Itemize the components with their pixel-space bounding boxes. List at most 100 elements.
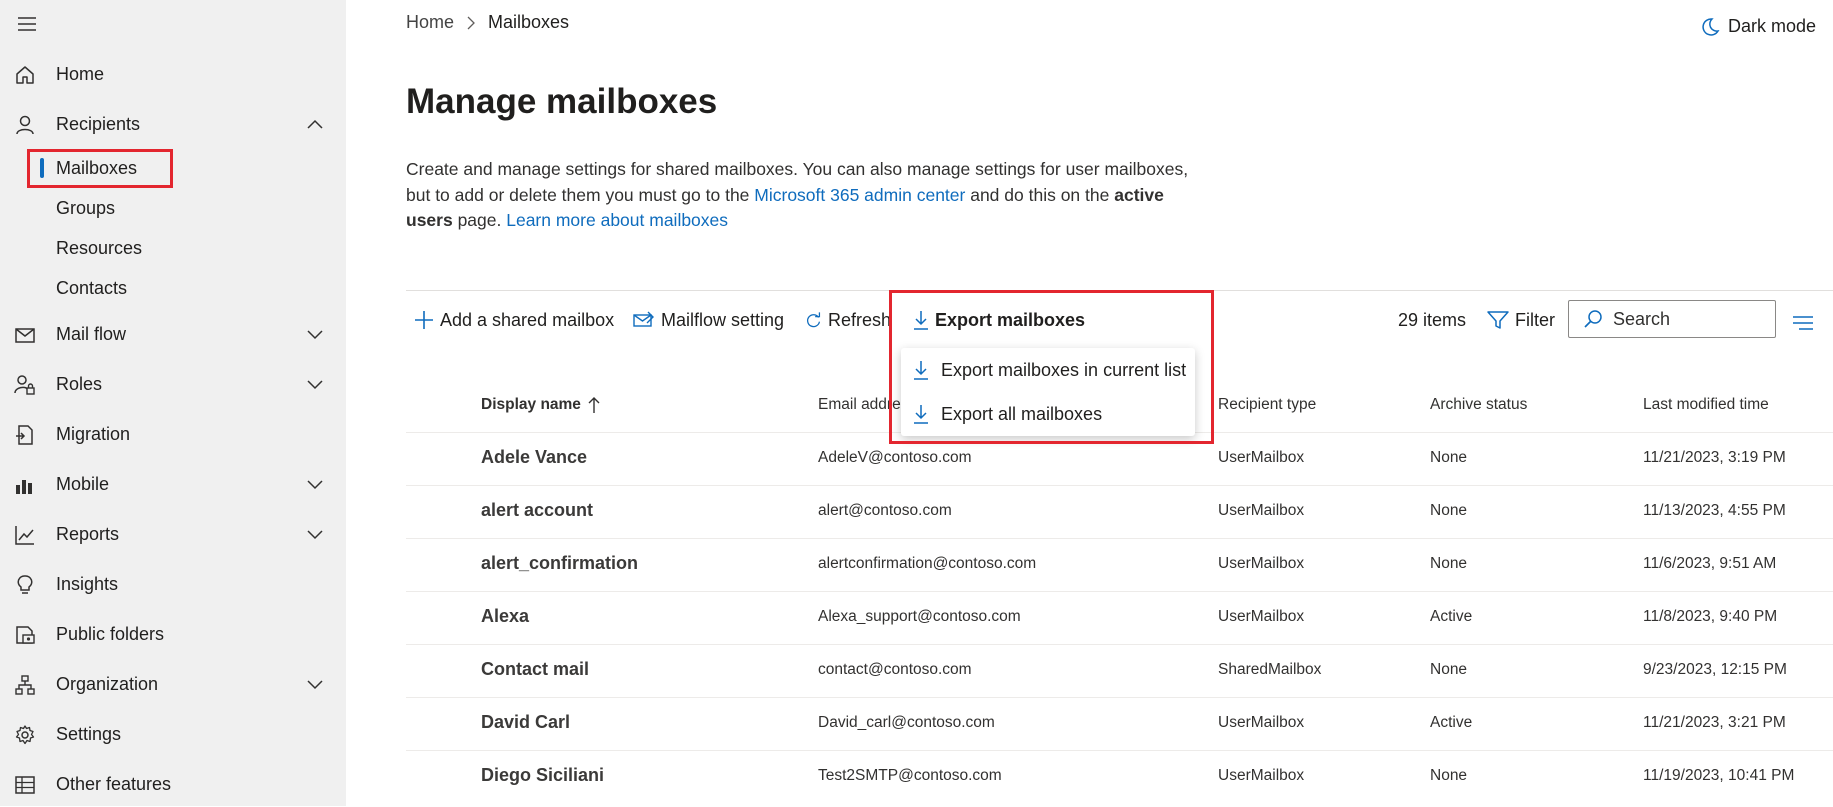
- sidebar-item-migration[interactable]: Migration: [0, 414, 346, 454]
- plus-icon: [415, 311, 433, 329]
- filter-button[interactable]: Filter: [1487, 306, 1555, 334]
- sidebar-item-recipients[interactable]: Recipients: [0, 104, 346, 144]
- sidebar-item-label: Contacts: [56, 277, 128, 298]
- breadcrumb-current: Mailboxes: [488, 12, 570, 32]
- sidebar-item-other-features[interactable]: Other features: [0, 764, 346, 804]
- export-current-list-menu-item[interactable]: Export mailboxes in current list: [901, 348, 1195, 392]
- sidebar-subitem-resources[interactable]: Resources: [0, 230, 346, 266]
- sidebar-subitem-contacts[interactable]: Contacts: [0, 270, 346, 306]
- cell-email: contact@contoso.com: [818, 661, 972, 678]
- sidebar-item-home[interactable]: Home: [0, 54, 346, 94]
- divider: [406, 290, 1833, 291]
- sidebar-item-label: Home: [56, 63, 105, 84]
- cell-recipient-type: SharedMailbox: [1218, 661, 1322, 678]
- organization-icon: [14, 674, 36, 696]
- button-label: Refresh: [827, 309, 891, 330]
- download-icon: [914, 405, 928, 424]
- sidebar-item-label: Recipients: [56, 113, 141, 134]
- sidebar-subitem-mailboxes[interactable]: Mailboxes: [0, 150, 346, 186]
- table-row[interactable]: alert account alert@contoso.com UserMail…: [406, 485, 1833, 539]
- page-title: Manage mailboxes: [406, 82, 718, 121]
- cell-last-modified: 11/8/2023, 9:40 PM: [1643, 608, 1778, 625]
- cell-last-modified: 9/23/2023, 12:15 PM: [1643, 661, 1787, 678]
- column-header-email[interactable]: Email address: [818, 396, 902, 414]
- cell-archive-status: None: [1430, 449, 1468, 466]
- table-row[interactable]: Diego Siciliani Test2SMTP@contoso.com Us…: [406, 750, 1833, 807]
- chevron-down-icon[interactable]: [306, 377, 324, 391]
- menu-item-label: Export mailboxes in current list: [941, 359, 1187, 380]
- mail-icon: [14, 324, 36, 346]
- moon-icon: [1702, 17, 1720, 36]
- cell-archive-status: Active: [1430, 608, 1473, 625]
- cell-display-name: alert_confirmation: [481, 553, 639, 573]
- chevron-right-icon: [466, 16, 476, 30]
- table-row[interactable]: alert_confirmation alertconfirmation@con…: [406, 538, 1833, 592]
- cell-last-modified: 11/21/2023, 3:19 PM: [1643, 449, 1786, 466]
- chevron-down-icon[interactable]: [306, 677, 324, 691]
- search-input[interactable]: [1611, 307, 1765, 331]
- home-icon: [14, 64, 36, 86]
- column-header-display-name[interactable]: Display name: [481, 396, 601, 414]
- sidebar-item-organization[interactable]: Organization: [0, 664, 346, 704]
- sidebar-item-public-folders[interactable]: Public folders: [0, 614, 346, 654]
- sidebar-item-settings[interactable]: Settings: [0, 714, 346, 754]
- chevron-up-icon[interactable]: [306, 117, 324, 131]
- table-row[interactable]: David Carl David_carl@contoso.com UserMa…: [406, 697, 1833, 751]
- table-row[interactable]: Alexa Alexa_support@contoso.com UserMail…: [406, 591, 1833, 645]
- sidebar-item-mobile[interactable]: Mobile: [0, 464, 346, 504]
- cell-recipient-type: UserMailbox: [1218, 767, 1305, 784]
- sidebar: Home Recipients Mailboxes Groups Resourc…: [0, 0, 346, 806]
- chevron-down-icon[interactable]: [306, 327, 324, 341]
- description-text: and do this on the: [965, 184, 1115, 205]
- column-header-label: Display name: [481, 396, 581, 413]
- lightbulb-icon: [14, 574, 36, 596]
- sidebar-item-label: Mail flow: [56, 323, 127, 344]
- button-label: Mailflow setting: [661, 309, 785, 330]
- chevron-down-icon[interactable]: [306, 527, 324, 541]
- breadcrumb-home[interactable]: Home: [406, 12, 454, 33]
- sidebar-item-mail-flow[interactable]: Mail flow: [0, 314, 346, 354]
- description-text: page.: [452, 210, 507, 230]
- table-row[interactable]: Contact mail contact@contoso.com SharedM…: [406, 644, 1833, 698]
- sidebar-item-label: Insights: [56, 573, 119, 594]
- sidebar-item-label: Reports: [56, 523, 120, 544]
- learn-more-link[interactable]: Learn more about mailboxes: [506, 210, 728, 230]
- cell-archive-status: None: [1430, 661, 1468, 678]
- column-options-button[interactable]: [1792, 309, 1820, 337]
- sidebar-item-label: Settings: [56, 723, 122, 744]
- export-mailboxes-button[interactable]: Export mailboxes: [913, 306, 1085, 334]
- column-header-label: Email address: [818, 396, 902, 413]
- download-icon: [914, 361, 928, 380]
- roles-icon: [14, 374, 36, 396]
- sidebar-item-reports[interactable]: Reports: [0, 514, 346, 554]
- column-header-archive-status[interactable]: Archive status: [1430, 396, 1527, 414]
- sidebar-item-roles[interactable]: Roles: [0, 364, 346, 404]
- cell-archive-status: Active: [1430, 714, 1473, 731]
- download-icon: [914, 311, 928, 330]
- refresh-icon: [807, 312, 821, 328]
- m365-admin-center-link[interactable]: Microsoft 365 admin center: [754, 185, 965, 205]
- chevron-down-icon[interactable]: [306, 477, 324, 491]
- button-label: Add a shared mailbox: [440, 309, 615, 330]
- add-shared-mailbox-button[interactable]: Add a shared mailbox: [414, 306, 614, 334]
- column-header-last-modified[interactable]: Last modified time: [1643, 396, 1769, 414]
- table-row[interactable]: Adele Vance AdeleV@contoso.com UserMailb…: [406, 432, 1833, 486]
- sidebar-item-label: Mailboxes: [56, 157, 138, 178]
- search-box: [1568, 300, 1776, 338]
- column-header-recipient-type[interactable]: Recipient type: [1218, 396, 1316, 414]
- dark-mode-toggle[interactable]: Dark mode: [1700, 16, 1816, 37]
- button-label: Filter: [1515, 309, 1555, 330]
- sidebar-subitem-groups[interactable]: Groups: [0, 190, 346, 226]
- sidebar-item-label: Roles: [56, 373, 103, 394]
- export-menu: Export mailboxes in current list Export …: [901, 348, 1195, 436]
- export-all-mailboxes-menu-item[interactable]: Export all mailboxes: [901, 392, 1195, 436]
- sidebar-item-label: Organization: [56, 673, 159, 694]
- sidebar-item-insights[interactable]: Insights: [0, 564, 346, 604]
- sidebar-item-label: Groups: [56, 197, 116, 218]
- cell-recipient-type: UserMailbox: [1218, 714, 1305, 731]
- mailflow-setting-button[interactable]: Mailflow setting: [633, 306, 784, 334]
- sidebar-item-label: Public folders: [56, 623, 165, 644]
- refresh-button[interactable]: Refresh: [805, 306, 891, 334]
- hamburger-menu-icon[interactable]: [16, 14, 38, 34]
- mobile-icon: [14, 474, 36, 496]
